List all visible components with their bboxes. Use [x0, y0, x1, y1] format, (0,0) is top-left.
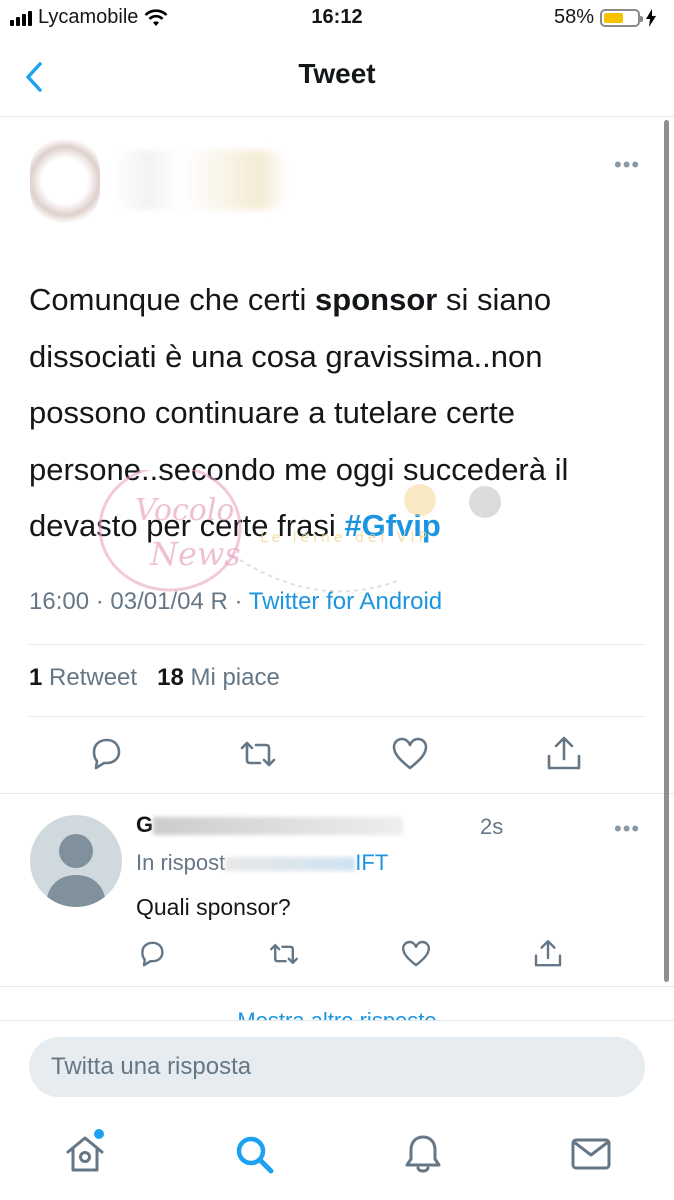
retweets-link[interactable]: 1 Retweet: [29, 664, 137, 691]
divider: [29, 644, 645, 645]
reply-button[interactable]: [86, 734, 126, 774]
reply-input[interactable]: [29, 1037, 645, 1097]
status-bar: Lycamobile 16:12 58%: [0, 0, 674, 40]
meta-separator: ·: [95, 588, 104, 615]
like-icon: [402, 940, 430, 967]
retweet-icon: [270, 944, 298, 964]
reply-author-name: G: [136, 812, 154, 837]
tweet-text: Comunque che certi sponsor si siano diss…: [29, 272, 654, 555]
retweet-button[interactable]: [238, 734, 278, 774]
share-icon: [547, 736, 581, 770]
reply-icon: [92, 738, 121, 770]
like-icon: [392, 737, 428, 770]
tweet-text-bold: sponsor: [315, 282, 438, 317]
retweet-icon: [240, 741, 276, 767]
tweet-text-part: si siano dissociati è una cosa gravissim…: [29, 282, 569, 543]
reply-share-button[interactable]: [532, 938, 564, 970]
battery-percent: 58%: [553, 6, 594, 28]
page-title: Tweet: [298, 58, 376, 89]
likes-link[interactable]: 18 Mi piace: [157, 664, 280, 691]
scrollbar[interactable]: [664, 120, 669, 982]
reply-reply-button[interactable]: [136, 938, 168, 970]
reply-to-label: In rispost: [136, 850, 226, 875]
section-divider: [0, 986, 674, 987]
tweet-stats: 1 Retweet 18 Mi piace: [29, 664, 280, 692]
retweet-count: 1: [29, 664, 43, 691]
share-icon: [534, 940, 562, 967]
reply-author[interactable]: G: [136, 812, 516, 838]
share-button[interactable]: [544, 734, 584, 774]
more-icon[interactable]: •••: [614, 816, 640, 842]
more-icon[interactable]: •••: [614, 152, 640, 178]
tweet-source-link[interactable]: Twitter for Android: [249, 588, 442, 615]
tweet-date: 03/01/04 R: [110, 588, 228, 615]
reply-retweet-button[interactable]: [268, 938, 300, 970]
tab-notifications[interactable]: [401, 1132, 445, 1176]
hashtag-link[interactable]: #Gfvip: [344, 508, 440, 543]
nav-bar: Tweet: [0, 40, 674, 117]
battery-level: [604, 12, 623, 23]
tweet-time: 16:00: [29, 588, 90, 615]
meta-separator: ·: [234, 588, 243, 615]
divider: [29, 716, 645, 717]
tab-search[interactable]: [232, 1132, 276, 1176]
messages-icon: [571, 1138, 611, 1170]
like-button[interactable]: [390, 734, 430, 774]
reply-to-handle[interactable]: IFT: [355, 850, 388, 875]
author-avatar[interactable]: [30, 136, 100, 226]
reply-like-button[interactable]: [400, 938, 432, 970]
battery-icon: [600, 8, 643, 27]
reply-time: 2s: [480, 814, 504, 839]
section-divider: [0, 793, 674, 794]
retweet-label: Retweet: [49, 664, 138, 691]
like-count: 18: [157, 664, 184, 691]
reply-icon: [141, 941, 164, 967]
charging-icon: [646, 8, 656, 27]
status-right: 58%: [554, 6, 656, 29]
home-notification-dot: [94, 1129, 104, 1139]
tweet-text-part: Comunque che certi: [29, 282, 316, 317]
tab-messages[interactable]: [569, 1132, 613, 1176]
notifications-icon: [405, 1135, 441, 1173]
default-avatar-icon: [46, 834, 106, 907]
avatar[interactable]: [30, 815, 122, 907]
tweet-meta: 16:00 · 03/01/04 R · Twitter for Android: [29, 588, 442, 616]
reply-context: In rispost IFT: [136, 850, 388, 876]
like-label: Mi piace: [190, 664, 280, 691]
reply-text: Quali sponsor?: [136, 894, 291, 920]
author-name-obscured[interactable]: [112, 150, 287, 210]
search-icon: [236, 1136, 274, 1174]
